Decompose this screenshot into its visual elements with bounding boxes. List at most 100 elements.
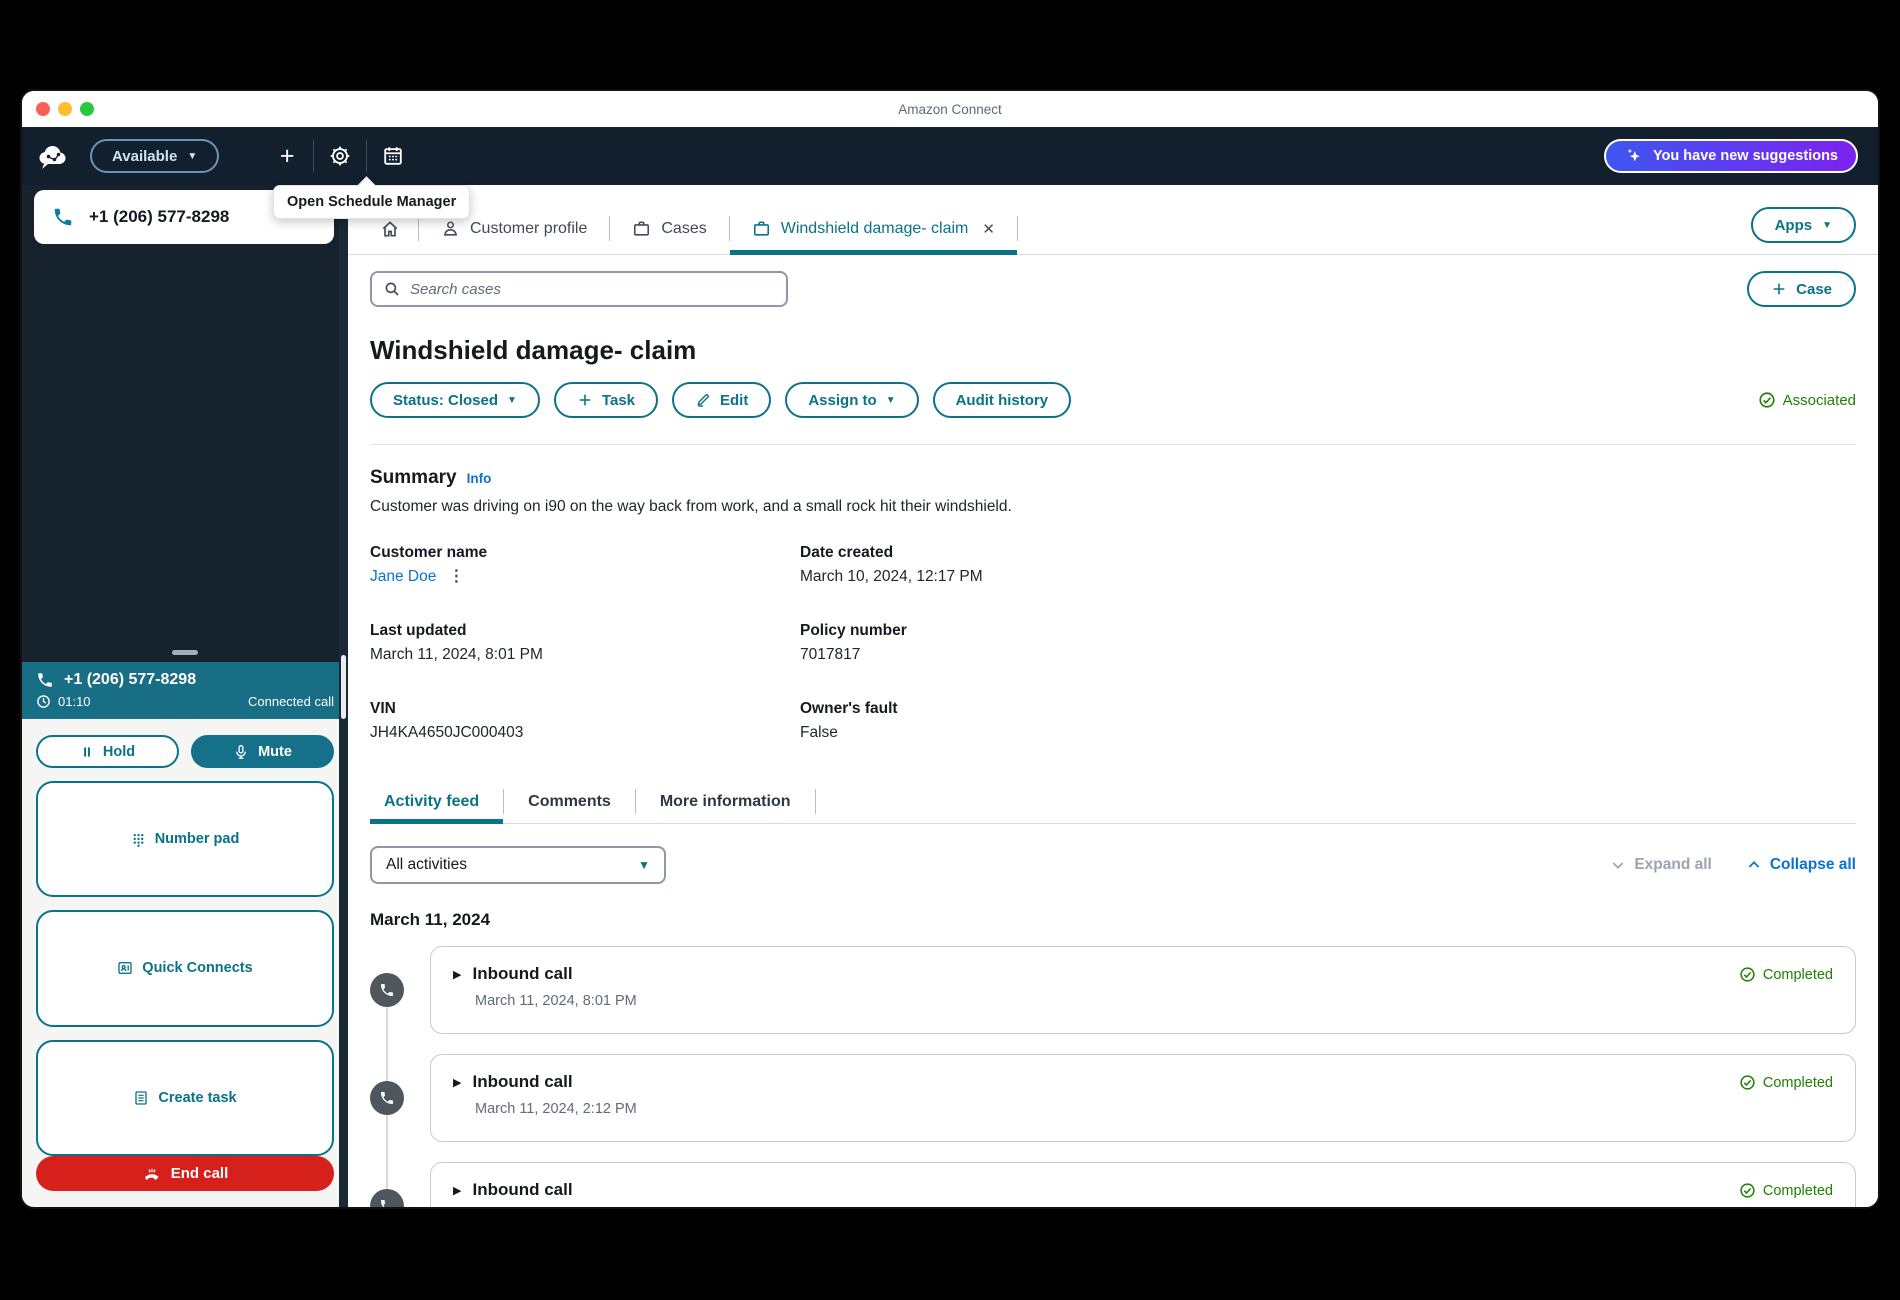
chevron-down-icon: ▼	[507, 395, 517, 406]
check-circle-icon	[1739, 1182, 1756, 1199]
agent-status-label: Available	[112, 148, 177, 165]
number-pad-label: Number pad	[155, 831, 240, 847]
customer-name-link[interactable]: Jane Doe	[370, 568, 436, 586]
quick-connects-label: Quick Connects	[142, 960, 252, 976]
edit-button[interactable]: Edit	[672, 382, 771, 418]
close-window-button[interactable]	[36, 102, 50, 116]
field-owners-fault: Owner's fault False	[800, 700, 1270, 742]
audit-history-button[interactable]: Audit history	[933, 382, 1072, 418]
nav-divider	[313, 140, 314, 172]
case-content: Case Windshield damage- claim Status: Cl…	[348, 255, 1878, 1207]
add-task-button[interactable]: Task	[554, 382, 658, 418]
activities-filter-value: All activities	[386, 856, 467, 874]
tab-activity-feed[interactable]: Activity feed	[370, 780, 503, 823]
zoom-window-button[interactable]	[80, 102, 94, 116]
apps-dropdown-button[interactable]: Apps ▼	[1751, 207, 1856, 243]
check-circle-icon	[1739, 1074, 1756, 1091]
activity-item: ▶ Inbound call March 11, 2024, 8:01 PM C…	[370, 946, 1856, 1034]
call-number: +1 (206) 577-8298	[64, 671, 196, 689]
person-icon	[441, 219, 460, 238]
hold-button[interactable]: Hold	[36, 735, 179, 768]
microphone-icon	[233, 744, 249, 760]
activity-title: Inbound call	[472, 964, 572, 984]
activities-filter-select[interactable]: All activities ▼	[370, 846, 666, 884]
hold-label: Hold	[103, 744, 135, 760]
check-circle-icon	[1758, 391, 1776, 409]
minimize-window-button[interactable]	[58, 102, 72, 116]
plus-icon	[1771, 281, 1787, 297]
status-dropdown-button[interactable]: Status: Closed ▼	[370, 382, 540, 418]
activity-item: ▶ Inbound call March 11, 2024, 2:11 PM C…	[370, 1162, 1856, 1207]
create-task-button[interactable]: Create task	[36, 1040, 334, 1156]
pencil-icon	[695, 392, 711, 408]
plus-icon	[577, 392, 593, 408]
summary-header: Summary Info	[370, 467, 1856, 489]
new-case-button[interactable]: Case	[1747, 271, 1856, 307]
field-value: False	[800, 724, 1270, 742]
tab-customer-profile-label: Customer profile	[470, 220, 587, 238]
new-case-label: Case	[1796, 281, 1832, 298]
activity-expander[interactable]: ▶ Inbound call	[453, 964, 637, 984]
collapse-all-label: Collapse all	[1770, 856, 1856, 874]
field-value: 7017817	[800, 646, 1270, 664]
mute-button[interactable]: Mute	[191, 735, 334, 768]
call-status: Connected call	[248, 694, 334, 709]
agent-status-dropdown[interactable]: Available ▼	[90, 139, 219, 173]
activity-card: ▶ Inbound call March 11, 2024, 2:11 PM C…	[430, 1162, 1856, 1207]
settings-button[interactable]	[327, 143, 353, 169]
task-label: Task	[602, 392, 635, 409]
close-tab-icon[interactable]: ✕	[982, 220, 995, 238]
field-vin: VIN JH4KA4650JC000403	[370, 700, 800, 742]
phone-icon	[379, 1198, 395, 1207]
field-last-updated: Last updated March 11, 2024, 8:01 PM	[370, 622, 800, 664]
incoming-call-number: +1 (206) 577-8298	[89, 207, 229, 227]
feed-tab-bar: Activity feed Comments More information	[370, 780, 1856, 824]
briefcase-icon	[632, 219, 651, 238]
collapse-all-button[interactable]: Collapse all	[1746, 856, 1856, 874]
case-fields-grid: Customer name Jane Doe ⋮ Date created Ma…	[370, 544, 1270, 742]
window-controls	[36, 91, 94, 127]
assign-to-button[interactable]: Assign to ▼	[785, 382, 918, 418]
pause-icon	[80, 745, 94, 759]
number-pad-button[interactable]: Number pad	[36, 781, 334, 897]
status-label: Status: Closed	[393, 392, 498, 409]
call-header: +1 (206) 577-8298 01:10 Connected call	[22, 662, 348, 719]
call-controls: Hold Mute	[22, 719, 348, 1207]
tab-comments[interactable]: Comments	[504, 780, 635, 823]
plus-icon: +	[280, 145, 295, 167]
case-actions-row: Status: Closed ▼ Task E	[370, 382, 1856, 418]
field-label: Owner's fault	[800, 700, 1270, 718]
amazon-connect-window: Amazon Connect Available ▼ +	[22, 91, 1878, 1207]
schedule-manager-button[interactable]	[380, 143, 406, 169]
activity-expander[interactable]: ▶ Inbound call	[453, 1072, 637, 1092]
tab-windshield-claim[interactable]: Windshield damage- claim ✕	[730, 203, 1017, 254]
info-link[interactable]: Info	[467, 471, 492, 486]
activity-timeline: ▶ Inbound call March 11, 2024, 8:01 PM C…	[370, 946, 1856, 1207]
new-contact-button[interactable]: +	[274, 143, 300, 169]
panel-drag-handle[interactable]	[172, 650, 198, 655]
quick-connects-button[interactable]: Quick Connects	[36, 910, 334, 1026]
end-call-button[interactable]: End call	[36, 1156, 334, 1191]
calendar-icon	[382, 145, 404, 167]
main-workspace: Customer profile Cases Windshi	[348, 185, 1878, 1207]
connect-logo-icon	[36, 142, 72, 170]
field-label: Customer name	[370, 544, 800, 562]
tab-cases[interactable]: Cases	[610, 203, 728, 254]
titlebar: Amazon Connect	[22, 91, 1878, 127]
field-label: Policy number	[800, 622, 1270, 640]
tab-more-information[interactable]: More information	[636, 780, 815, 823]
search-cases-input[interactable]	[410, 281, 775, 298]
sidebar-scrollbar-thumb[interactable]	[341, 655, 346, 719]
triangle-right-icon: ▶	[453, 1076, 461, 1089]
section-divider	[370, 444, 1856, 445]
triangle-right-icon: ▶	[453, 968, 461, 981]
expand-all-button[interactable]: Expand all	[1610, 856, 1712, 874]
create-task-label: Create task	[158, 1090, 236, 1106]
schedule-manager-tooltip: Open Schedule Manager	[273, 185, 470, 219]
phone-activity-icon	[370, 1189, 404, 1207]
kebab-menu-icon[interactable]: ⋮	[448, 570, 464, 584]
search-icon	[383, 280, 401, 298]
activity-expander[interactable]: ▶ Inbound call	[453, 1180, 636, 1200]
activity-title: Inbound call	[472, 1180, 572, 1200]
suggestions-button[interactable]: You have new suggestions	[1604, 139, 1858, 173]
